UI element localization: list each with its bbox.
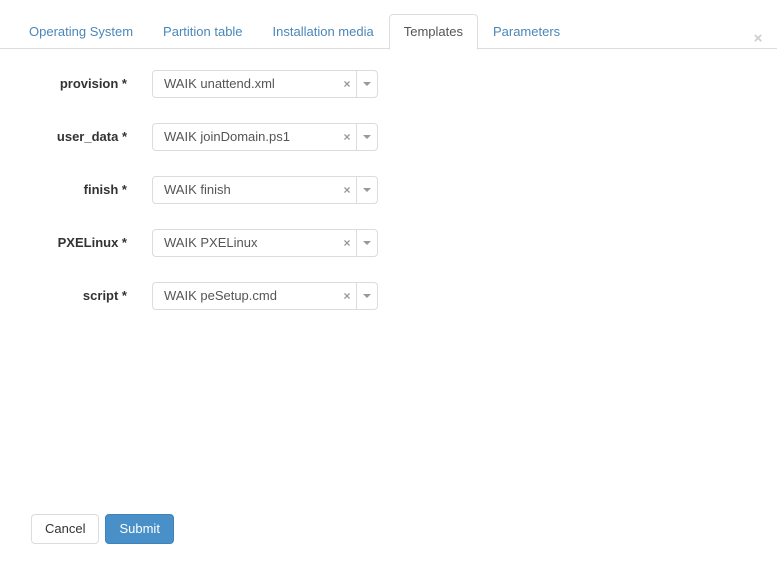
- tab-bar: Operating System Partition table Installat…: [0, 14, 777, 50]
- form-actions: Cancel Submit: [31, 514, 174, 544]
- field-label-provision: provision *: [59, 76, 127, 91]
- select-pxelinux[interactable]: WAIK PXELinux ×: [152, 229, 378, 257]
- tab-operating-system[interactable]: Operating System: [14, 14, 148, 49]
- clear-icon[interactable]: ×: [338, 177, 356, 203]
- tab-installation-media[interactable]: Installation media: [258, 14, 389, 49]
- caret-shape: [363, 135, 371, 139]
- tab-templates[interactable]: Templates: [388, 14, 478, 50]
- select-provision[interactable]: WAIK unattend.xml ×: [152, 70, 378, 98]
- clear-icon[interactable]: ×: [338, 71, 356, 97]
- cancel-button[interactable]: Cancel: [31, 514, 100, 544]
- tab-parameters[interactable]: Parameters: [478, 14, 575, 49]
- templates-form: provision * WAIK unattend.xml × user_data *…: [0, 49, 777, 335]
- select-value-script: WAIK peSetup.cmd: [164, 288, 277, 303]
- form-row: PXELinux * WAIK PXELinux ×: [0, 229, 777, 282]
- field-label-script: script *: [82, 288, 127, 303]
- field-control-wrap: WAIK peSetup.cmd ×: [127, 282, 378, 310]
- form-row: user_data * WAIK joinDomain.ps1 ×: [0, 123, 777, 176]
- clear-icon[interactable]: ×: [338, 124, 356, 150]
- chevron-down-icon[interactable]: [356, 230, 377, 256]
- select-user_data[interactable]: WAIK joinDomain.ps1 ×: [152, 123, 378, 151]
- field-control-wrap: WAIK joinDomain.ps1 ×: [127, 123, 378, 151]
- field-label-finish: finish *: [83, 182, 127, 197]
- clear-icon[interactable]: ×: [338, 283, 356, 309]
- form-row: provision * WAIK unattend.xml ×: [0, 70, 777, 123]
- field-control-wrap: WAIK finish ×: [127, 176, 378, 204]
- caret-shape: [363, 241, 371, 245]
- caret-shape: [363, 188, 371, 192]
- select-value-pxelinux: WAIK PXELinux: [164, 235, 258, 250]
- field-control-wrap: WAIK PXELinux ×: [127, 229, 378, 257]
- field-label-user_data: user_data *: [56, 129, 127, 144]
- select-finish[interactable]: WAIK finish ×: [152, 176, 378, 204]
- chevron-down-icon[interactable]: [356, 124, 377, 150]
- chevron-down-icon[interactable]: [356, 71, 377, 97]
- field-label-pxelinux: PXELinux *: [57, 235, 127, 250]
- clear-icon[interactable]: ×: [338, 230, 356, 256]
- tab-partition-table[interactable]: Partition table: [148, 14, 258, 49]
- select-script[interactable]: WAIK peSetup.cmd ×: [152, 282, 378, 310]
- submit-button[interactable]: Submit: [105, 514, 174, 544]
- select-value-finish: WAIK finish: [164, 182, 231, 197]
- chevron-down-icon[interactable]: [356, 177, 377, 203]
- form-row: script * WAIK peSetup.cmd ×: [0, 282, 777, 335]
- field-control-wrap: WAIK unattend.xml ×: [127, 70, 378, 98]
- caret-shape: [363, 294, 371, 298]
- form-row: finish * WAIK finish ×: [0, 176, 777, 229]
- select-value-provision: WAIK unattend.xml: [164, 76, 275, 91]
- select-value-user_data: WAIK joinDomain.ps1: [164, 129, 290, 144]
- chevron-down-icon[interactable]: [356, 283, 377, 309]
- caret-shape: [363, 82, 371, 86]
